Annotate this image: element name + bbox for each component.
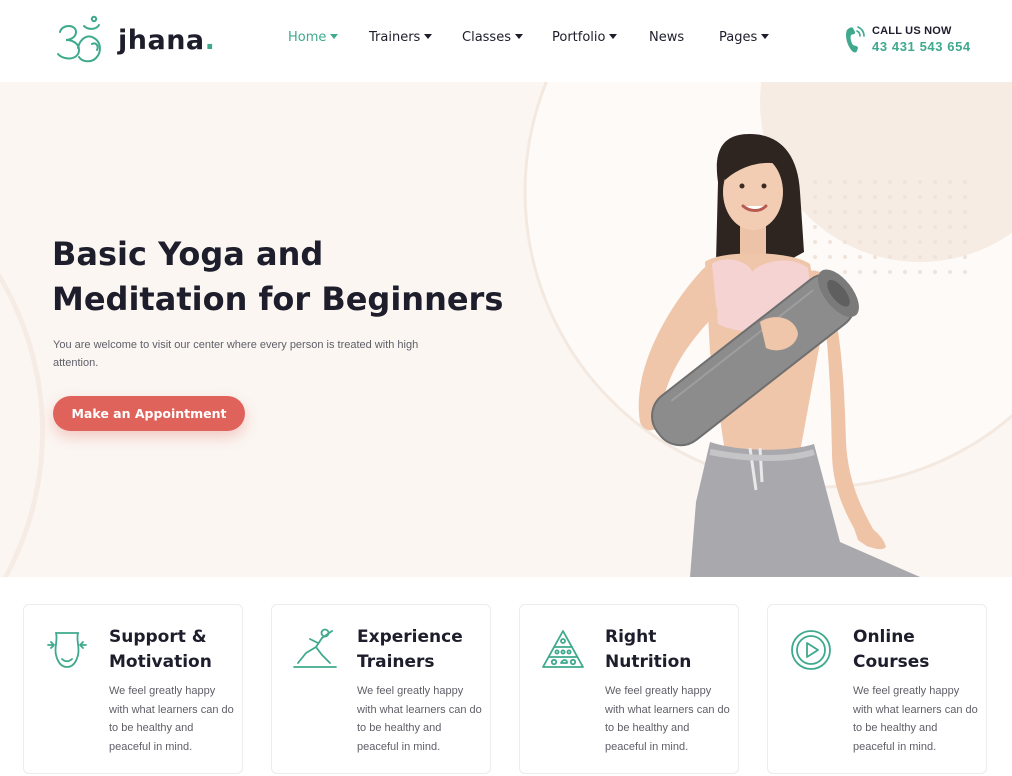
make-appointment-button[interactable]: Make an Appointment [53,396,245,431]
feature-card-trainers[interactable]: Experience Trainers We feel greatly happ… [271,604,491,774]
hero-title: Basic Yoga and Meditation for Beginners [52,235,504,318]
yoga-pose-icon [293,628,337,668]
feature-card-nutrition[interactable]: Right Nutrition We feel greatly happy wi… [519,604,739,774]
hero-description: You are welcome to visit our center wher… [53,339,419,369]
yoga-woman-image [638,134,920,577]
nav-item-pages[interactable]: Pages [719,30,770,45]
feature-title: Support & Motivation [109,627,212,672]
food-pyramid-icon [542,630,584,668]
brand-name: jhana. [118,24,216,56]
feature-title: Right Nutrition [605,627,692,672]
caret-down-icon [609,34,618,39]
feature-text: We feel greatly happy with what learners… [853,685,978,753]
nav-item-trainers[interactable]: Trainers [369,30,433,45]
body-shape-icon [47,632,87,668]
site-header: jhana. Home Trainers Classes Portfolio N… [0,0,1012,82]
feature-text: We feel greatly happy with what learners… [109,685,234,753]
feature-card-support[interactable]: Support & Motivation We feel greatly hap… [23,604,243,774]
nav-item-home[interactable]: Home [288,30,339,45]
hero-section: Basic Yoga and Meditation for Beginners … [0,82,1012,577]
call-us-label: CALL US NOW [872,25,952,37]
play-circle-icon [791,630,831,670]
features-section: Support & Motivation We feel greatly hap… [0,577,1012,776]
brand-logo[interactable]: jhana. [52,12,215,68]
nav-item-news[interactable]: News [649,30,684,45]
phone-icon [846,26,865,53]
caret-down-icon [424,34,433,39]
call-us-block[interactable]: CALL US NOW 43 431 543 654 [844,24,974,56]
nav-item-classes[interactable]: Classes [462,30,523,45]
feature-text: We feel greatly happy with what learners… [357,685,482,753]
phone-number[interactable]: 43 431 543 654 [872,39,971,54]
caret-down-icon [761,34,770,39]
caret-down-icon [330,34,339,39]
om-logo-icon [57,15,101,63]
feature-card-online[interactable]: Online Courses We feel greatly happy wit… [767,604,987,774]
feature-text: We feel greatly happy with what learners… [605,685,730,753]
caret-down-icon [514,34,523,39]
feature-title: Experience Trainers [357,627,463,672]
nav-item-portfolio[interactable]: Portfolio [552,30,618,45]
feature-title: Online Courses [853,627,930,672]
